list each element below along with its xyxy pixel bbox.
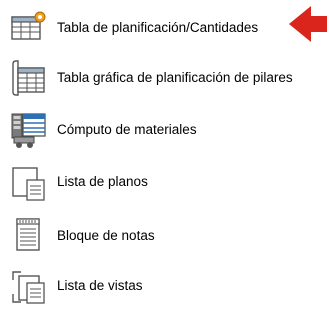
menu-item-sheet-list[interactable]: Lista de planos (0, 162, 329, 202)
view-list-icon (9, 266, 51, 306)
note-block-icon (9, 216, 51, 256)
menu-item-graphical-column-schedule[interactable]: Tabla gráfica de planificación de pilare… (0, 58, 329, 98)
menu-item-view-list[interactable]: Lista de vistas (0, 266, 329, 306)
schedules-menu: Tabla de planificación/Cantidades Tabla … (0, 0, 329, 311)
menu-item-label: Bloque de notas (57, 228, 155, 243)
schedule-quantities-icon (9, 10, 51, 50)
menu-item-label: Tabla gráfica de planificación de pilare… (57, 70, 293, 85)
menu-item-label: Cómputo de materiales (57, 122, 197, 137)
menu-item-material-takeoff[interactable]: Cómputo de materiales (0, 110, 329, 150)
menu-item-note-block[interactable]: Bloque de notas (0, 216, 329, 256)
menu-item-schedule-quantities[interactable]: Tabla de planificación/Cantidades (0, 8, 329, 48)
menu-item-label: Tabla de planificación/Cantidades (57, 20, 259, 35)
sheet-list-icon (9, 162, 51, 202)
graphical-column-schedule-icon (9, 58, 51, 98)
schedules-dropdown-menu: Tabla de planificación/Cantidades Tabla … (0, 0, 329, 311)
red-pointer-arrow-icon (285, 2, 329, 50)
material-takeoff-icon (9, 110, 51, 150)
menu-item-label: Lista de planos (57, 174, 148, 189)
menu-item-label: Lista de vistas (57, 278, 143, 293)
